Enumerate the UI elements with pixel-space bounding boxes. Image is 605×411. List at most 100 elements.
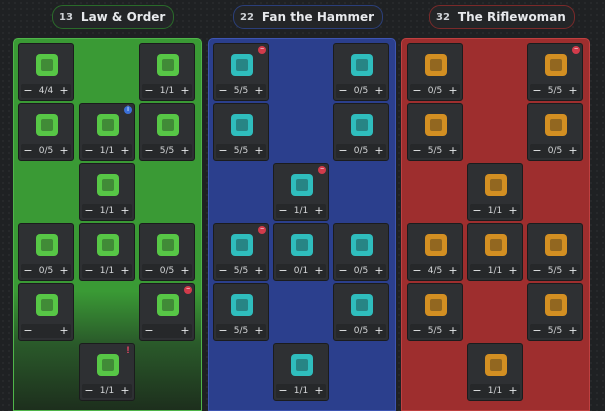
increase-rank-button[interactable]: + bbox=[57, 144, 71, 158]
increase-rank-button[interactable]: + bbox=[566, 264, 580, 278]
decrease-rank-button[interactable]: − bbox=[336, 324, 350, 338]
skill-node-reload-hand[interactable]: −0/5 + bbox=[333, 283, 389, 341]
decrease-rank-button[interactable]: − bbox=[276, 384, 290, 398]
sheriff-star-icon[interactable] bbox=[150, 47, 186, 83]
running-rabbit-icon[interactable] bbox=[224, 227, 260, 263]
increase-rank-button[interactable]: + bbox=[118, 384, 132, 398]
tab-law-order[interactable]: 13 Law & Order bbox=[52, 5, 175, 29]
decrease-rank-button[interactable]: − bbox=[21, 144, 35, 158]
increase-rank-button[interactable]: + bbox=[178, 84, 192, 98]
shield-badge-icon[interactable] bbox=[29, 47, 65, 83]
skill-node-claw-marks[interactable]: −5/5 + bbox=[407, 103, 463, 161]
decrease-rank-button[interactable]: − bbox=[530, 324, 544, 338]
skull-crossbones-icon[interactable] bbox=[284, 347, 320, 383]
bomb-icon[interactable] bbox=[284, 167, 320, 203]
decrease-rank-button[interactable]: − bbox=[336, 84, 350, 98]
skill-node-bomb[interactable]: − −1/1 + bbox=[273, 163, 329, 221]
rifle-gold-icon[interactable] bbox=[538, 47, 574, 83]
skill-node-gold-hand[interactable]: −5/5 + bbox=[139, 103, 195, 161]
increase-rank-button[interactable]: + bbox=[57, 264, 71, 278]
muzzle-flash-icon[interactable] bbox=[418, 227, 454, 263]
bullet-fist-icon[interactable] bbox=[478, 227, 514, 263]
decrease-rank-button[interactable]: − bbox=[336, 144, 350, 158]
skill-node-tombstone[interactable]: −5/5 + bbox=[527, 283, 583, 341]
increase-rank-button[interactable]: + bbox=[446, 324, 460, 338]
rifle-scope-icon[interactable] bbox=[418, 47, 454, 83]
decrease-rank-button[interactable]: − bbox=[470, 264, 484, 278]
shattered-glass-icon[interactable] bbox=[29, 287, 65, 323]
crossed-hammer-icon[interactable] bbox=[29, 107, 65, 143]
bullets-stack-icon[interactable] bbox=[224, 107, 260, 143]
increase-rank-button[interactable]: + bbox=[118, 144, 132, 158]
skill-node-bullet-cylinder[interactable]: −0/5 + bbox=[333, 43, 389, 101]
dynamite-icon[interactable] bbox=[224, 287, 260, 323]
decrease-rank-button[interactable]: − bbox=[82, 264, 96, 278]
increase-rank-button[interactable]: + bbox=[252, 324, 266, 338]
decrease-rank-button[interactable]: − bbox=[530, 144, 544, 158]
decrease-rank-button[interactable]: − bbox=[216, 144, 230, 158]
skill-node-bullet-fist[interactable]: −1/1 + bbox=[467, 223, 523, 281]
claw-marks-icon[interactable] bbox=[418, 107, 454, 143]
skill-node-crossed-hammer[interactable]: −0/5 + bbox=[18, 103, 74, 161]
card-target-icon[interactable] bbox=[538, 227, 574, 263]
skill-node-tornado[interactable]: −5/5 + bbox=[407, 283, 463, 341]
skill-node-revolver-cylinder[interactable]: −0/5 + bbox=[139, 223, 195, 281]
decrease-rank-button[interactable]: − bbox=[410, 84, 424, 98]
gold-hand-icon[interactable] bbox=[150, 107, 186, 143]
gun-barrel-icon[interactable] bbox=[344, 227, 380, 263]
increase-rank-button[interactable]: + bbox=[178, 324, 192, 338]
increase-rank-button[interactable]: + bbox=[57, 84, 71, 98]
decrease-rank-button[interactable]: − bbox=[216, 264, 230, 278]
skill-node-dynamite[interactable]: −5/5 + bbox=[213, 283, 269, 341]
increase-rank-button[interactable]: + bbox=[506, 264, 520, 278]
skill-node-shattered-glass[interactable]: − + bbox=[18, 283, 74, 341]
increase-rank-button[interactable]: + bbox=[178, 144, 192, 158]
decrease-rank-button[interactable]: − bbox=[142, 84, 156, 98]
skill-node-crossed-rifles[interactable]: −1/1 + bbox=[467, 343, 523, 401]
decrease-rank-button[interactable]: − bbox=[21, 264, 35, 278]
decrease-rank-button[interactable]: − bbox=[142, 144, 156, 158]
skill-node-skull-crossbones[interactable]: −1/1 + bbox=[273, 343, 329, 401]
skill-node-card-target[interactable]: −5/5 + bbox=[527, 223, 583, 281]
increase-rank-button[interactable]: + bbox=[57, 324, 71, 338]
reload-hand-icon[interactable] bbox=[344, 287, 380, 323]
skill-node-fan-hammer[interactable]: − −5/5 + bbox=[213, 43, 269, 101]
increase-rank-button[interactable]: + bbox=[566, 144, 580, 158]
increase-rank-button[interactable]: + bbox=[252, 84, 266, 98]
punch-fist-icon[interactable] bbox=[29, 227, 65, 263]
increase-rank-button[interactable]: + bbox=[506, 204, 520, 218]
increase-rank-button[interactable]: + bbox=[252, 144, 266, 158]
increase-rank-button[interactable]: + bbox=[312, 264, 326, 278]
decrease-rank-button[interactable]: − bbox=[142, 264, 156, 278]
increase-rank-button[interactable]: + bbox=[372, 324, 386, 338]
increase-rank-button[interactable]: + bbox=[312, 204, 326, 218]
increase-rank-button[interactable]: + bbox=[372, 264, 386, 278]
skill-node-lasso-hand[interactable]: i −1/1 + bbox=[79, 103, 135, 161]
lasso-rope-icon[interactable] bbox=[90, 167, 126, 203]
increase-rank-button[interactable]: + bbox=[312, 384, 326, 398]
fan-hammer-icon[interactable] bbox=[224, 47, 260, 83]
decrease-rank-button[interactable]: − bbox=[470, 384, 484, 398]
decrease-rank-button[interactable]: − bbox=[82, 384, 96, 398]
decrease-rank-button[interactable]: − bbox=[82, 204, 96, 218]
revolver-icon[interactable] bbox=[150, 287, 186, 323]
revolver-cylinder-icon[interactable] bbox=[150, 227, 186, 263]
skill-node-pocket-watch[interactable]: −0/5 + bbox=[527, 103, 583, 161]
decrease-rank-button[interactable]: − bbox=[336, 264, 350, 278]
skill-node-revolver[interactable]: − − + bbox=[139, 283, 195, 341]
skill-node-lightning-tree[interactable]: ! −1/1 + bbox=[79, 343, 135, 401]
skill-node-gun-barrel[interactable]: −0/5 + bbox=[333, 223, 389, 281]
decrease-rank-button[interactable]: − bbox=[276, 264, 290, 278]
increase-rank-button[interactable]: + bbox=[252, 264, 266, 278]
skill-node-sheriff-star[interactable]: −1/1 + bbox=[139, 43, 195, 101]
decrease-rank-button[interactable]: − bbox=[216, 324, 230, 338]
clover-icon[interactable] bbox=[90, 227, 126, 263]
increase-rank-button[interactable]: + bbox=[506, 384, 520, 398]
skill-node-punch-fist[interactable]: −0/5 + bbox=[18, 223, 74, 281]
decrease-rank-button[interactable]: − bbox=[276, 204, 290, 218]
skill-node-bullets-stack[interactable]: −5/5 + bbox=[213, 103, 269, 161]
decrease-rank-button[interactable]: − bbox=[21, 324, 35, 338]
pocket-watch-icon[interactable] bbox=[538, 107, 574, 143]
increase-rank-button[interactable]: + bbox=[118, 204, 132, 218]
skill-node-running-rabbit[interactable]: − −5/5 + bbox=[213, 223, 269, 281]
